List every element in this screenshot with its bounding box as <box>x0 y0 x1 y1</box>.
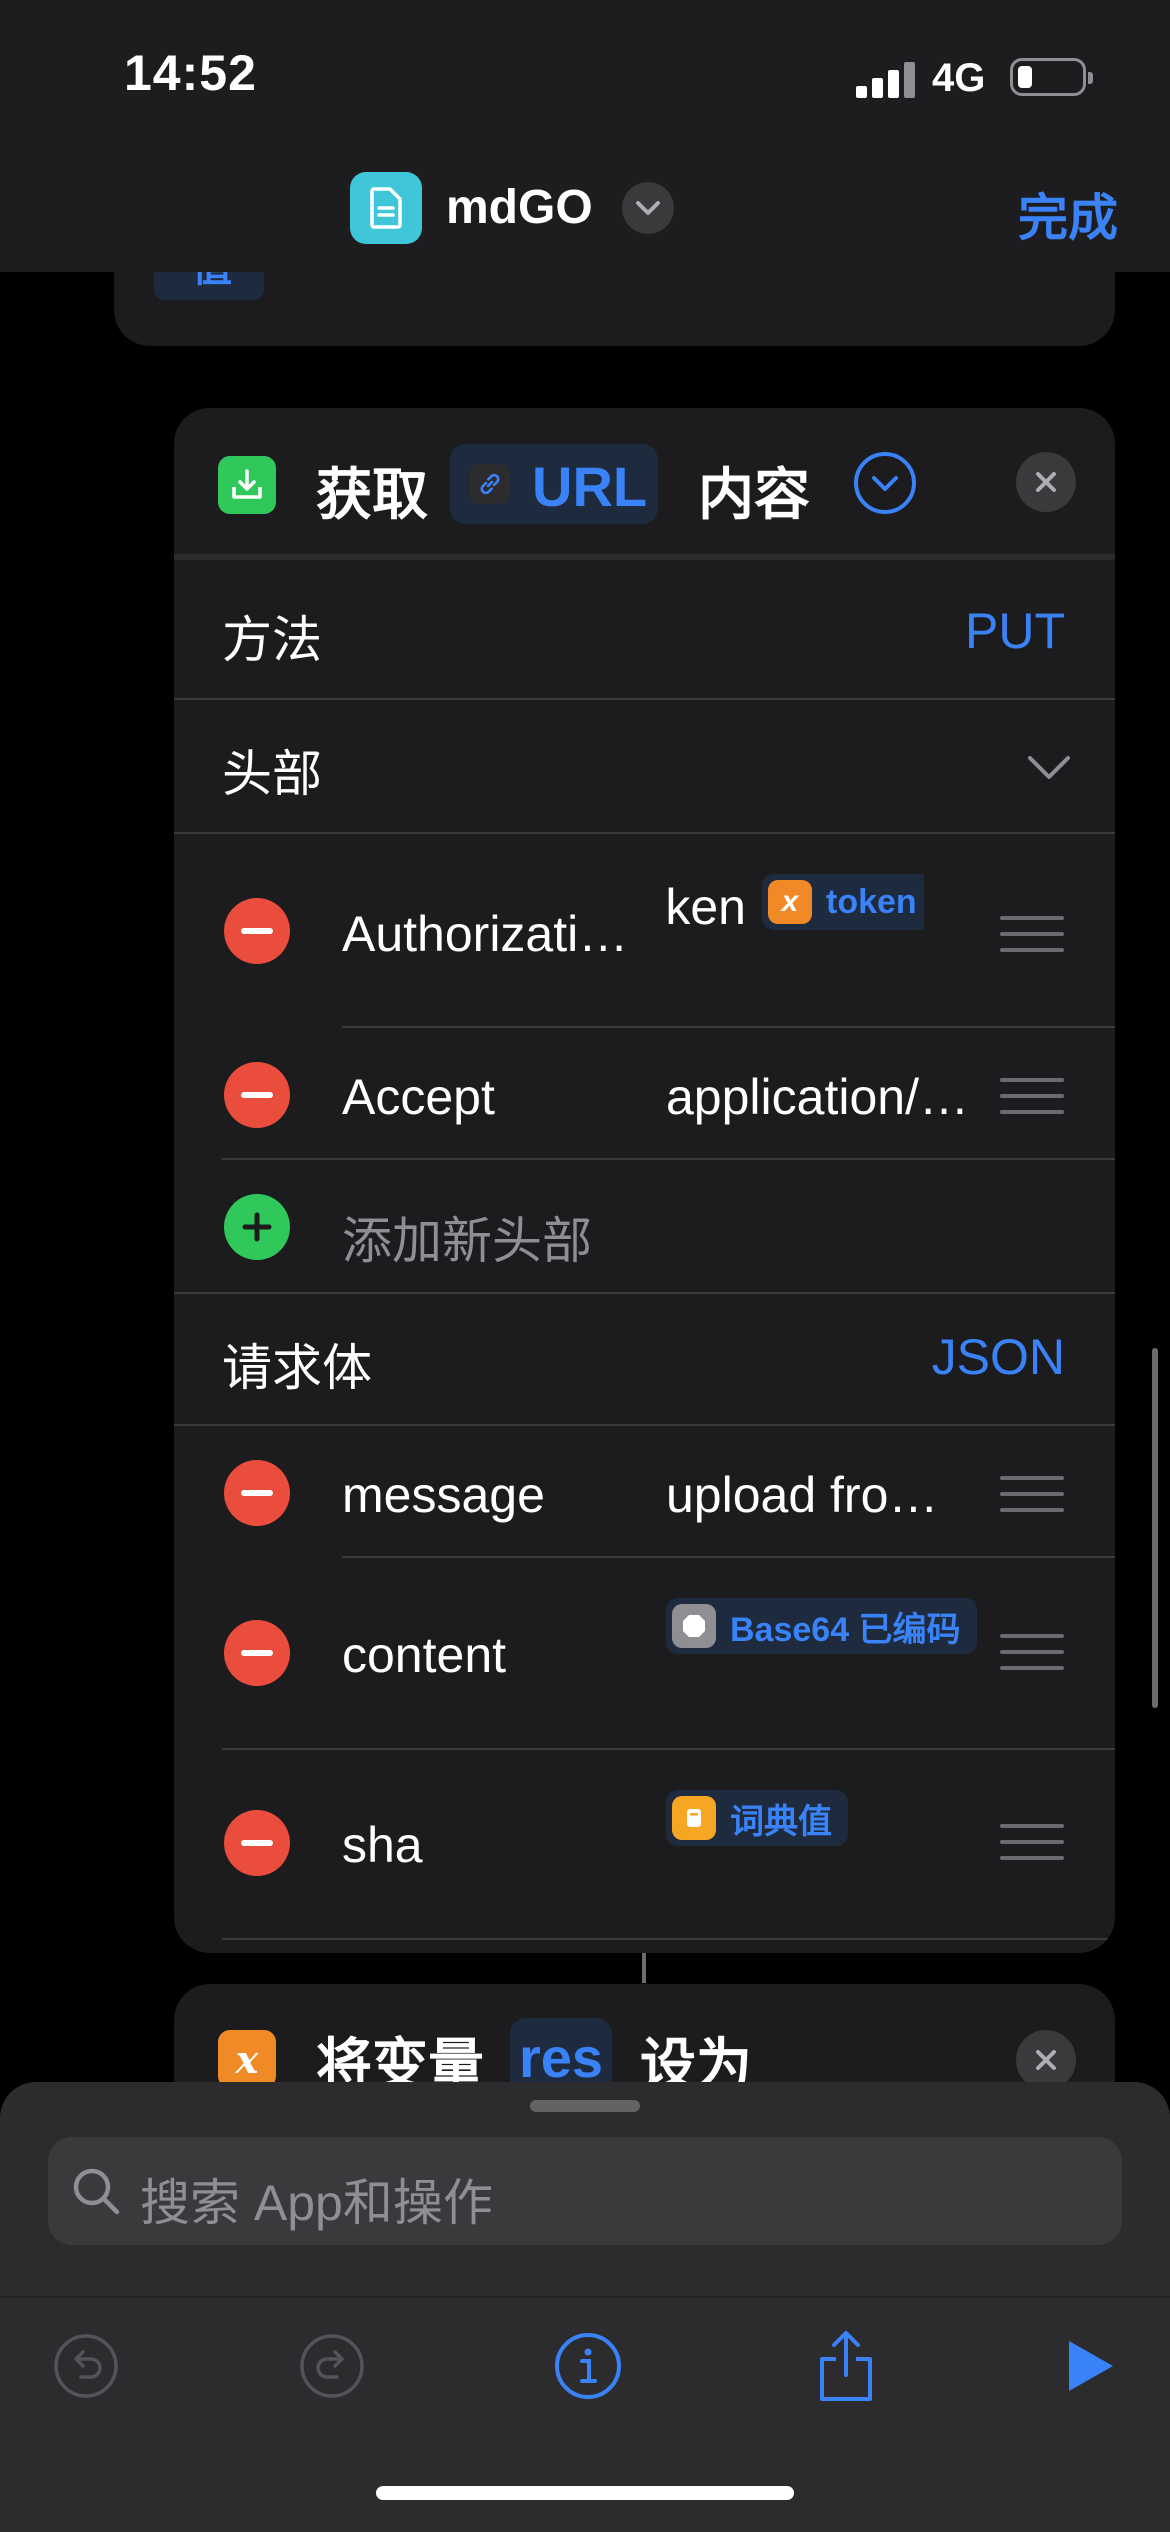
chevron-down-icon[interactable] <box>1026 754 1072 787</box>
divider <box>342 1026 1115 1028</box>
body-key[interactable]: message <box>342 1466 545 1524</box>
header-value-text[interactable]: application/… <box>666 1068 969 1126</box>
divider <box>174 1292 1115 1294</box>
search-icon <box>70 2165 122 2222</box>
body-key[interactable]: content <box>342 1626 506 1684</box>
action-suffix: 内容 <box>698 463 810 526</box>
reorder-handle[interactable] <box>1000 1078 1064 1114</box>
network-type: 4G <box>932 56 986 100</box>
remove-field-button[interactable] <box>224 1620 290 1686</box>
variable-token-label: 词典值 <box>730 1802 832 1841</box>
url-variable-token[interactable]: URL <box>450 444 658 524</box>
status-time: 14:52 <box>124 45 257 101</box>
divider <box>222 1748 1115 1750</box>
remove-field-button[interactable] <box>224 1460 290 1526</box>
dictionary-icon <box>672 1796 716 1840</box>
play-icon[interactable] <box>1050 2326 1130 2406</box>
download-icon <box>218 456 276 514</box>
divider <box>222 1158 1115 1160</box>
search-placeholder: 搜索 App和操作 <box>140 2175 493 2231</box>
chevron-down-icon[interactable] <box>854 452 916 514</box>
scrollbar[interactable] <box>1152 1348 1158 1708</box>
header-value-text: token <box>664 879 746 935</box>
cellular-signal-icon <box>856 58 916 98</box>
sheet-grabber[interactable] <box>530 2100 640 2112</box>
link-icon <box>470 464 510 504</box>
undo-icon[interactable] <box>46 2326 126 2406</box>
token-variable-token[interactable]: x token <box>762 874 924 930</box>
add-header-button[interactable] <box>224 1194 290 1260</box>
request-body-label: 请求体 <box>222 1340 372 1396</box>
base64-encoded-token[interactable]: Base64 已编码 <box>666 1598 977 1654</box>
reorder-handle[interactable] <box>1000 1476 1064 1512</box>
done-button[interactable]: 完成 <box>1018 178 1118 250</box>
dictionary-value-token[interactable]: 词典值 <box>666 1790 848 1846</box>
variable-icon: x <box>768 880 812 924</box>
method-label: 方法 <box>222 612 322 668</box>
method-value[interactable]: PUT <box>965 602 1065 660</box>
info-icon[interactable] <box>548 2326 628 2406</box>
battery-icon <box>1010 58 1093 96</box>
variable-icon: x <box>218 2030 276 2088</box>
redo-icon[interactable] <box>292 2326 372 2406</box>
remove-header-button[interactable] <box>224 1062 290 1128</box>
variable-token-label: token <box>826 882 917 921</box>
document-icon[interactable] <box>350 172 422 244</box>
close-icon[interactable] <box>1016 2030 1076 2090</box>
action-prefix: 获取 <box>316 463 428 526</box>
reorder-handle[interactable] <box>1000 1634 1064 1670</box>
navigation-bar: 14:52 4G mdGO 完成 <box>0 0 1170 272</box>
action-header: 获取 URL 内容 <box>174 408 1115 560</box>
remove-header-button[interactable] <box>224 898 290 964</box>
divider <box>222 1938 1115 1940</box>
header-key[interactable]: Accept <box>342 1068 495 1126</box>
divider <box>174 832 1115 834</box>
body-key[interactable]: sha <box>342 1816 423 1874</box>
divider <box>342 1556 1115 1558</box>
request-body-type[interactable]: JSON <box>932 1328 1065 1386</box>
header-key[interactable]: Authorizati… <box>342 905 628 963</box>
remove-field-button[interactable] <box>224 1810 290 1876</box>
share-icon[interactable] <box>806 2326 886 2406</box>
base64-icon <box>672 1604 716 1648</box>
close-icon[interactable] <box>1016 452 1076 512</box>
divider <box>174 698 1115 700</box>
home-indicator <box>376 2486 794 2500</box>
reorder-handle[interactable] <box>1000 916 1064 952</box>
get-url-contents-action-card: 获取 URL 内容 方法 PUT 头部 Authorizati… token x… <box>174 408 1115 1953</box>
search-field[interactable]: 搜索 App和操作 <box>48 2137 1122 2245</box>
add-header-label[interactable]: 添加新头部 <box>342 1201 592 1273</box>
body-value-text[interactable]: upload fro… <box>666 1466 938 1524</box>
shortcut-title[interactable]: mdGO <box>446 180 593 235</box>
chevron-down-icon[interactable] <box>622 182 674 234</box>
action-connector <box>642 1953 646 1983</box>
divider <box>174 1424 1115 1426</box>
variable-token-label: Base64 已编码 <box>730 1610 961 1649</box>
reorder-handle[interactable] <box>1000 1824 1064 1860</box>
headers-label: 头部 <box>222 746 322 802</box>
url-token-label: URL <box>532 455 648 518</box>
header-value-field[interactable]: token x token <box>664 874 924 938</box>
